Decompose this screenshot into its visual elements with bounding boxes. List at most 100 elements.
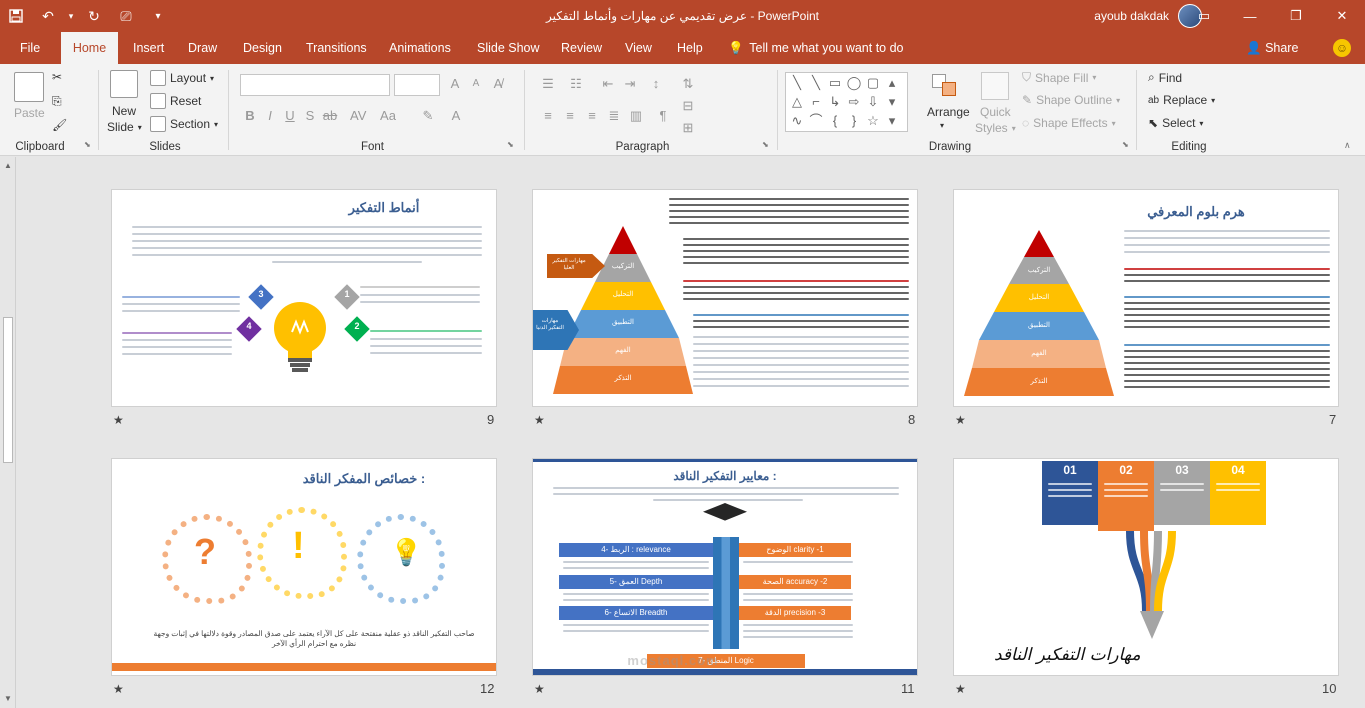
paragraph-mark-icon[interactable]: ¶ bbox=[655, 108, 671, 124]
tab-draw[interactable]: Draw bbox=[178, 32, 227, 64]
minimize-icon[interactable]: — bbox=[1227, 0, 1273, 32]
share-button[interactable]: 👤 Share bbox=[1246, 32, 1298, 64]
paragraph-launcher-icon[interactable]: ⬊ bbox=[762, 140, 769, 149]
scroll-up-arrow-icon[interactable]: ▲ bbox=[3, 161, 13, 171]
scroll-down-icon[interactable]: ▾ bbox=[884, 95, 900, 109]
brace-right-shape-icon[interactable]: } bbox=[846, 114, 862, 128]
copy-icon[interactable]: ⎘ bbox=[52, 94, 62, 109]
tab-file[interactable]: File bbox=[10, 32, 50, 64]
highlight-icon[interactable]: ✎ bbox=[420, 108, 436, 124]
start-slideshow-icon[interactable]: ⎚ bbox=[110, 0, 142, 32]
slide-thumbnail-9[interactable]: أنماط التفكير 1 2 3 4 bbox=[111, 189, 497, 407]
justify-icon[interactable]: ≣ bbox=[606, 108, 622, 124]
arrange-icon[interactable] bbox=[930, 72, 960, 100]
tab-help[interactable]: Help bbox=[667, 32, 713, 64]
tab-transitions[interactable]: Transitions bbox=[296, 32, 377, 64]
increase-font-icon[interactable]: A bbox=[447, 76, 463, 92]
connector-shape-icon[interactable]: ⌐ bbox=[808, 95, 824, 109]
quick-styles-button[interactable]: Quick bbox=[980, 105, 1011, 119]
char-spacing-icon[interactable]: AV bbox=[350, 108, 366, 124]
increase-indent-icon[interactable]: ⇥ bbox=[622, 76, 638, 92]
cut-icon[interactable]: ✂ bbox=[52, 70, 62, 84]
numbering-icon[interactable]: ☷ bbox=[568, 76, 584, 92]
tab-animations[interactable]: Animations bbox=[379, 32, 461, 64]
shape-fill-button[interactable]: ⛉ Shape Fill ▾ bbox=[1022, 70, 1096, 85]
ribbon-display-options-icon[interactable]: ▭ bbox=[1181, 0, 1227, 32]
align-text-icon[interactable]: ⊟ bbox=[680, 98, 696, 114]
columns-icon[interactable]: ▥ bbox=[628, 108, 644, 124]
tab-home[interactable]: Home bbox=[61, 32, 118, 64]
tab-slide-show[interactable]: Slide Show bbox=[467, 32, 550, 64]
drawing-launcher-icon[interactable]: ⬊ bbox=[1122, 140, 1129, 149]
redo-icon[interactable]: ↻ bbox=[78, 0, 110, 32]
change-case-icon[interactable]: Aa bbox=[380, 108, 396, 124]
shape-outline-button[interactable]: ✎ Shape Outline ▾ bbox=[1022, 93, 1120, 107]
tab-view[interactable]: View bbox=[615, 32, 662, 64]
scroll-down-arrow-icon[interactable]: ▼ bbox=[3, 694, 13, 704]
curve-shape-icon[interactable]: ∿ bbox=[789, 114, 805, 128]
user-name[interactable]: ayoub dakdak bbox=[1094, 0, 1169, 32]
format-painter-icon[interactable]: 🖌 bbox=[52, 118, 67, 132]
tab-review[interactable]: Review bbox=[551, 32, 612, 64]
font-color-icon[interactable]: A bbox=[448, 108, 464, 124]
save-icon[interactable] bbox=[0, 0, 32, 32]
right-arrow-shape-icon[interactable]: ⇨ bbox=[846, 95, 862, 109]
slide-thumbnail-8[interactable]: التذكر الفهم التطبيق التحليل التركيب مها… bbox=[532, 189, 918, 407]
arc-shape-icon[interactable]: ⌒ bbox=[808, 114, 824, 128]
clear-formatting-icon[interactable]: A̸ bbox=[490, 76, 506, 92]
replace-button[interactable]: ab Replace ▾ bbox=[1148, 93, 1215, 107]
clipboard-launcher-icon[interactable]: ⬊ bbox=[84, 140, 91, 149]
feedback-smiley-icon[interactable]: ☺ bbox=[1333, 39, 1351, 57]
select-button[interactable]: ⬉ Select ▾ bbox=[1148, 116, 1203, 130]
quick-styles-icon[interactable] bbox=[981, 72, 1009, 100]
shapes-gallery[interactable]: ╲ ╲ ▭ ◯ ▢ ▴ △ ⌐ ↳ ⇨ ⇩ ▾ ∿ ⌒ { } ☆ ▾ bbox=[785, 72, 908, 132]
tell-me-search[interactable]: 💡 Tell me what you want to do bbox=[728, 32, 904, 64]
align-right-icon[interactable]: ≡ bbox=[584, 108, 600, 124]
shape-effects-button[interactable]: ◌ Shape Effects ▾ bbox=[1022, 116, 1116, 130]
find-button[interactable]: ⌕ Find bbox=[1148, 70, 1182, 85]
decrease-indent-icon[interactable]: ⇤ bbox=[600, 76, 616, 92]
connector2-shape-icon[interactable]: ↳ bbox=[827, 95, 843, 109]
undo-dropdown-icon[interactable]: ▾ bbox=[64, 0, 78, 32]
shadow-icon[interactable]: S bbox=[302, 108, 318, 124]
layout-button[interactable]: Layout ▾ bbox=[150, 70, 214, 86]
oval-shape-icon[interactable]: ◯ bbox=[846, 76, 862, 90]
new-slide-icon[interactable] bbox=[110, 70, 138, 98]
italic-icon[interactable]: I bbox=[262, 108, 278, 124]
down-arrow-shape-icon[interactable]: ⇩ bbox=[865, 95, 881, 109]
restore-icon[interactable]: ❐ bbox=[1273, 0, 1319, 32]
collapse-ribbon-icon[interactable]: ∧ bbox=[1344, 140, 1351, 151]
quick-styles-button-line2[interactable]: Styles ▾ bbox=[975, 121, 1016, 135]
slide-thumbnail-12[interactable]: خصائص المفكر الناقد : ? ! 💡 صاحب التفكير… bbox=[111, 458, 497, 676]
font-name-combo[interactable] bbox=[240, 74, 390, 96]
rectangle-shape-icon[interactable]: ▭ bbox=[827, 76, 843, 90]
font-size-combo[interactable] bbox=[394, 74, 440, 96]
underline-icon[interactable]: U bbox=[282, 108, 298, 124]
tab-design[interactable]: Design bbox=[233, 32, 292, 64]
paste-icon[interactable] bbox=[14, 72, 44, 102]
tab-insert[interactable]: Insert bbox=[123, 32, 174, 64]
strikethrough-icon[interactable]: ab bbox=[322, 108, 338, 124]
slide-thumbnail-7[interactable]: هرم بلوم المعرفي التذكر الفهم التطبيق ال… bbox=[953, 189, 1339, 407]
decrease-font-icon[interactable]: A bbox=[468, 76, 484, 92]
slide-thumbnail-11[interactable]: معايير التفكير الناقد : الوضوح clarity -… bbox=[532, 458, 918, 676]
bullets-icon[interactable]: ☰ bbox=[540, 76, 556, 92]
reset-button[interactable]: Reset bbox=[150, 93, 201, 109]
arrow-line-shape-icon[interactable]: ╲ bbox=[808, 76, 824, 90]
star-shape-icon[interactable]: ☆ bbox=[865, 114, 881, 128]
align-center-icon[interactable]: ≡ bbox=[562, 108, 578, 124]
close-icon[interactable]: ✕ bbox=[1319, 0, 1365, 32]
undo-icon[interactable]: ↶ bbox=[32, 0, 64, 32]
customize-qat-icon[interactable]: ▾ bbox=[142, 0, 174, 32]
bold-icon[interactable]: B bbox=[242, 108, 258, 124]
section-button[interactable]: Section ▾ bbox=[150, 116, 218, 132]
slide-thumbnail-10[interactable]: 01 02 03 04 مهارات التفكير الناقد bbox=[953, 458, 1339, 676]
smartart-icon[interactable]: ⊞ bbox=[680, 120, 696, 136]
new-slide-button[interactable]: New bbox=[112, 104, 136, 118]
arrange-button[interactable]: Arrange bbox=[927, 105, 970, 119]
scroll-up-icon[interactable]: ▴ bbox=[884, 76, 900, 90]
brace-left-shape-icon[interactable]: { bbox=[827, 114, 843, 128]
scrollbar[interactable]: ▲ ▼ bbox=[0, 157, 16, 708]
line-spacing-icon[interactable]: ↕ bbox=[648, 76, 664, 92]
font-launcher-icon[interactable]: ⬊ bbox=[507, 140, 514, 149]
